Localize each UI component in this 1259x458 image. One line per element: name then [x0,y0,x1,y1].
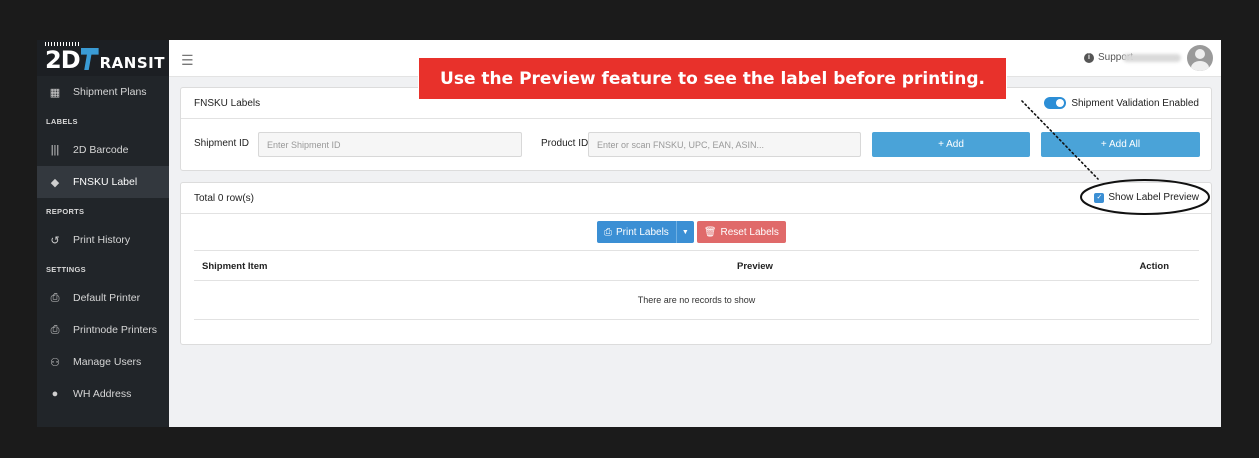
checkbox-label: Show Label Preview [1108,192,1199,203]
printer-icon: ⎙ [50,291,60,304]
product-id-input[interactable]: Enter or scan FNSKU, UPC, EAN, ASIN... [588,132,861,157]
sidebar-item-shipment-plans[interactable]: ▦ Shipment Plans [37,76,169,108]
sidebar: 2D RANSIT ▦ Shipment Plans LABELS ||| 2D Barc… [37,40,169,427]
hamburger-menu-icon[interactable]: ☰ [181,52,194,69]
logo-t-icon [80,48,99,70]
logo-barcode-icon [45,42,81,46]
printer-icon: ⎙ [50,323,60,336]
sidebar-section-reports: REPORTS [46,206,85,216]
checkmark-icon[interactable]: ✓ [1094,192,1105,203]
reset-labels-label: Reset Labels [720,226,779,238]
brand-logo[interactable]: 2D RANSIT [37,40,169,76]
trash-icon: 🗑 [703,226,717,238]
barcode-icon: ||| [50,144,60,156]
shipment-id-input[interactable]: Enter Shipment ID [258,132,522,157]
toggle-switch[interactable] [1044,97,1067,109]
avatar[interactable] [1187,45,1213,71]
toggle-label: Shipment Validation Enabled [1071,97,1199,109]
labels-table-card: Total 0 row(s) ✓ Show Label Preview ⎙ Pr… [180,182,1212,345]
sidebar-item-label: Shipment Plans [73,86,147,98]
table-header: Shipment Item Preview Action [194,250,1199,281]
shipment-id-label: Shipment ID [194,138,250,149]
sidebar-item-wh-address[interactable]: ● WH Address [37,378,169,410]
show-label-preview-checkbox[interactable]: ✓ Show Label Preview [1094,192,1199,203]
label-actions: ⎙ Print Labels ▼ 🗑 Reset Labels [597,221,786,243]
column-action: Action [1139,261,1169,272]
caret-down-icon: ▼ [681,228,689,236]
sidebar-item-fnsku-label[interactable]: ◆ FNSKU Label [37,166,169,198]
shipment-validation-toggle[interactable]: Shipment Validation Enabled [1044,97,1199,109]
printer-icon: ⎙ [604,226,612,238]
info-icon: i [1083,52,1094,63]
sidebar-item-2d-barcode[interactable]: ||| 2D Barcode [37,134,169,166]
sidebar-section-labels: LABELS [46,116,78,126]
sidebar-item-label: 2D Barcode [73,144,129,156]
sidebar-item-label: FNSKU Label [73,176,138,188]
column-shipment-item: Shipment Item [202,261,268,272]
add-all-button[interactable]: + Add All [1041,132,1200,157]
sidebar-item-manage-users[interactable]: ⚇ Manage Users [37,346,169,378]
boxes-icon: ▦ [49,86,61,99]
print-options-dropdown[interactable]: ▼ [675,221,694,243]
print-labels-label: Print Labels [616,226,669,238]
sidebar-item-label: Manage Users [73,356,142,368]
product-id-label: Product ID [541,138,589,149]
history-icon: ↺ [50,234,60,247]
sidebar-item-label: WH Address [73,388,132,400]
sidebar-item-label: Print History [73,234,131,246]
sidebar-section-settings: SETTINGS [46,264,86,274]
card-title: FNSKU Labels [194,97,261,109]
users-icon: ⚇ [50,356,60,369]
map-marker-icon: ● [51,388,59,400]
sidebar-item-printnode-printers[interactable]: ⎙ Printnode Printers [37,314,169,346]
tutorial-callout: Use the Preview feature to see the label… [418,57,1007,100]
user-name-redacted[interactable] [1123,54,1181,62]
sidebar-item-print-history[interactable]: ↺ Print History [37,224,169,256]
column-preview: Preview [737,261,773,272]
sidebar-item-default-printer[interactable]: ⎙ Default Printer [37,282,169,314]
empty-table-message: There are no records to show [194,281,1199,320]
logo-text: 2D RANSIT [45,46,165,74]
tags-icon: ◆ [50,176,60,189]
sidebar-item-label: Printnode Printers [73,324,158,336]
row-count: Total 0 row(s) [194,192,255,204]
add-button[interactable]: + Add [872,132,1030,157]
reset-labels-button[interactable]: 🗑 Reset Labels [696,221,786,243]
sidebar-item-label: Default Printer [73,292,141,304]
print-labels-button[interactable]: ⎙ Print Labels [597,221,676,243]
sidebar-nav: ▦ Shipment Plans LABELS ||| 2D Barcode ◆ FNSKU… [37,76,169,410]
